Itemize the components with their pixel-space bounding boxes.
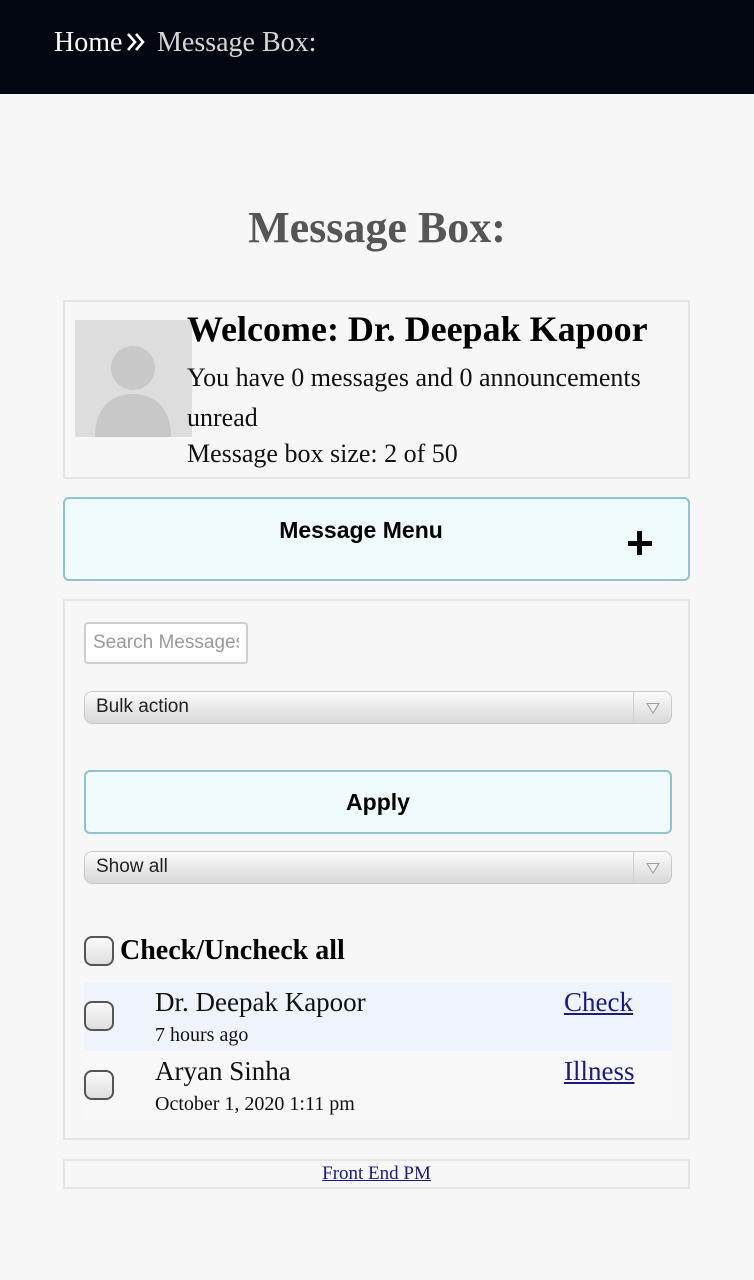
message-time: 7 hours ago [155, 1024, 249, 1046]
check-all-checkbox[interactable] [84, 936, 114, 966]
welcome-heading: Welcome: Dr. Deepak Kapoor [187, 309, 648, 349]
message-box-size: Message box size: 2 of 50 [187, 439, 458, 468]
apply-button[interactable]: Apply [84, 770, 672, 834]
bulk-action-select[interactable]: Bulk action [84, 691, 672, 724]
message-sender: Dr. Deepak Kapoor [155, 987, 366, 1017]
messages-panel: Bulk action Apply Show all Check/Uncheck… [63, 599, 690, 1140]
search-messages-input[interactable] [84, 622, 248, 664]
message-subject-link[interactable]: Check [564, 987, 633, 1018]
welcome-panel: Welcome: Dr. Deepak Kapoor You have 0 me… [63, 300, 690, 479]
unread-summary: You have 0 messages and 0 announcements … [187, 363, 641, 432]
default-user-avatar-icon [75, 320, 192, 437]
message-sender: Aryan Sinha [155, 1056, 291, 1086]
bulk-action-value: Bulk action [96, 696, 189, 717]
page-title: Message Box: [248, 203, 506, 252]
double-chevron-right-icon [126, 30, 146, 54]
message-menu-label: Message Menu [279, 517, 443, 543]
chevron-down-icon [633, 852, 671, 883]
breadcrumb-home-link[interactable]: Home [54, 27, 122, 59]
plus-icon[interactable] [628, 531, 652, 555]
message-menu-toggle[interactable]: Message Menu [63, 497, 690, 581]
filter-select[interactable]: Show all [84, 851, 672, 884]
breadcrumb-current: Message Box: [157, 27, 317, 58]
top-header: Home Message Box: [0, 0, 754, 94]
filter-value: Show all [96, 856, 168, 877]
front-end-pm-link[interactable]: Front End PM [322, 1163, 431, 1185]
message-time: October 1, 2020 1:11 pm [155, 1093, 355, 1115]
message-row: Aryan Sinha October 1, 2020 1:11 pm Illn… [84, 1051, 672, 1120]
message-row: Dr. Deepak Kapoor 7 hours ago Check [84, 982, 672, 1051]
footer: Front End PM [63, 1159, 690, 1189]
message-checkbox[interactable] [84, 1070, 114, 1100]
chevron-down-icon [633, 692, 671, 723]
message-subject-link[interactable]: Illness [564, 1056, 635, 1087]
message-checkbox[interactable] [84, 1001, 114, 1031]
check-all-label[interactable]: Check/Uncheck all [120, 935, 345, 967]
